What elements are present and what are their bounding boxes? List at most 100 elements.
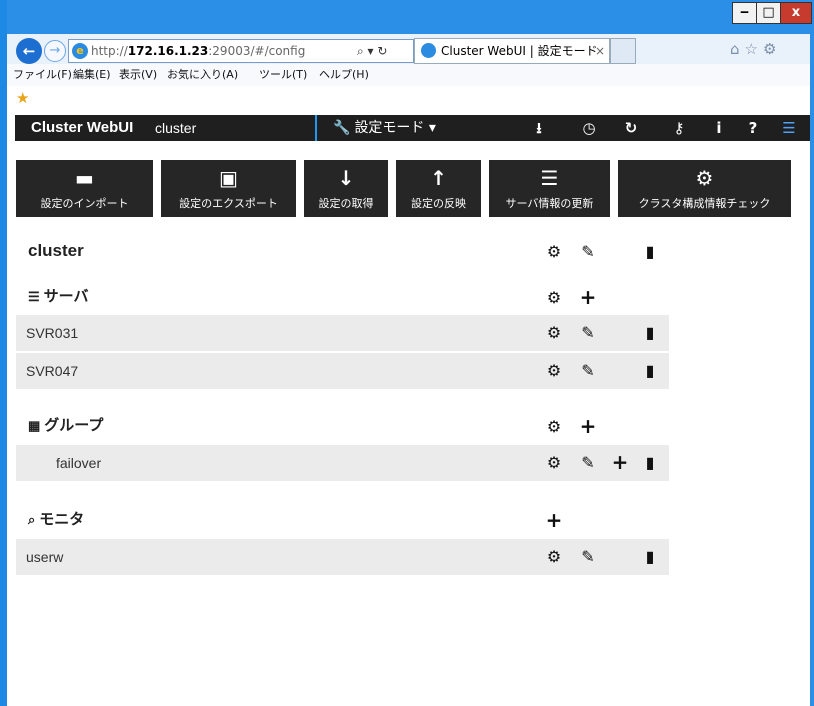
- folder-open-icon: ▬: [75, 166, 94, 190]
- home-favorites-settings-icons[interactable]: ⌂☆⚙: [730, 38, 781, 60]
- mode-dropdown[interactable]: 🔧 設定モード ▾: [333, 115, 436, 141]
- address-search-refresh-icons[interactable]: ⌕ ▾ ↻: [357, 40, 387, 62]
- save-icon: ▣: [219, 166, 238, 190]
- delete-icon[interactable]: ▮: [640, 453, 660, 473]
- edit-icon[interactable]: ✎: [578, 547, 598, 567]
- menu-edit[interactable]: 編集(E): [73, 64, 111, 86]
- server-row[interactable]: SVR031 ⚙ ✎ ▮: [16, 315, 669, 351]
- server-name: SVR047: [26, 363, 79, 379]
- button-label: 設定のエクスポート: [179, 197, 278, 210]
- browser-tab-active[interactable]: Cluster WebUI | 設定モード ×: [414, 38, 610, 64]
- minimize-button[interactable]: ‒: [732, 2, 757, 24]
- servers-section-title: ☰ サーバ: [28, 286, 89, 308]
- add-icon[interactable]: +: [578, 287, 598, 307]
- monitor-row[interactable]: userw ⚙ ✎ ▮: [16, 539, 669, 575]
- button-label: 設定のインポート: [40, 197, 129, 210]
- back-button[interactable]: ←: [16, 38, 42, 64]
- groups-label: グループ: [44, 417, 104, 434]
- menu-view[interactable]: 表示(V): [119, 64, 157, 86]
- arrow-down-icon: ↓: [337, 166, 355, 190]
- group-name: failover: [56, 455, 102, 471]
- ie-page-icon: e: [72, 43, 88, 59]
- update-server-info-button[interactable]: ☰ サーバ情報の更新: [489, 160, 610, 217]
- refresh-icon[interactable]: ↻: [619, 115, 643, 141]
- groups-grid-icon: ▦: [28, 418, 41, 433]
- monitors-section-title: ⌕ モニタ: [28, 509, 84, 531]
- properties-icon[interactable]: ⚙: [544, 288, 564, 308]
- app-header: Cluster WebUI cluster 🔧 設定モード ▾ ⭳ ◷ ↻ ⚷ i…: [15, 115, 810, 141]
- url-path: :29003/#/config: [208, 44, 306, 58]
- mode-separator: [315, 115, 317, 141]
- url-host: 172.16.1.23: [127, 44, 209, 58]
- delete-icon[interactable]: ▮: [640, 361, 660, 381]
- gear-check-icon: ⚙: [695, 166, 714, 190]
- server-list-icon: ☰: [28, 289, 40, 304]
- favorites-bar: [7, 86, 810, 114]
- delete-icon[interactable]: ▮: [640, 242, 660, 262]
- url-text[interactable]: http://172.16.1.23:29003/#/config: [91, 40, 305, 62]
- add-icon[interactable]: +: [544, 510, 564, 530]
- tab-close-icon[interactable]: ×: [595, 39, 605, 63]
- server-row[interactable]: SVR047 ⚙ ✎ ▮: [16, 353, 669, 389]
- header-cluster-name: cluster: [155, 120, 197, 136]
- properties-icon[interactable]: ⚙: [544, 417, 564, 437]
- get-config-button[interactable]: ↓ 設定の取得: [304, 160, 388, 217]
- monitor-name: userw: [26, 549, 64, 565]
- window-frame-right: [810, 0, 814, 706]
- menu-file[interactable]: ファイル(F): [13, 64, 72, 86]
- server-refresh-icon: ☰: [540, 166, 559, 190]
- forward-button[interactable]: →: [44, 40, 66, 62]
- edit-icon[interactable]: ✎: [578, 453, 598, 473]
- delete-icon[interactable]: ▮: [640, 547, 660, 567]
- check-cluster-config-button[interactable]: ⚙ クラスタ構成情報チェック: [618, 160, 791, 217]
- menu-help[interactable]: ヘルプ(H): [319, 64, 369, 86]
- favorites-star-icon[interactable]: ★: [16, 88, 29, 108]
- import-config-button[interactable]: ▬ 設定のインポート: [16, 160, 153, 217]
- list-view-icon[interactable]: ☰: [777, 115, 801, 141]
- add-icon[interactable]: +: [578, 416, 598, 436]
- edit-icon[interactable]: ✎: [578, 242, 598, 262]
- monitors-label: モニタ: [39, 511, 85, 528]
- window-frame-left: [0, 0, 7, 706]
- button-label: 設定の取得: [318, 197, 374, 210]
- url-prefix: http://: [91, 44, 128, 58]
- button-label: 設定の反映: [411, 197, 466, 210]
- arrow-up-icon: ↑: [430, 166, 447, 190]
- apply-config-button[interactable]: ↑ 設定の反映: [396, 160, 481, 217]
- edit-icon[interactable]: ✎: [578, 361, 598, 381]
- history-icon[interactable]: ◷: [577, 115, 601, 141]
- key-icon[interactable]: ⚷: [667, 115, 691, 141]
- close-window-button[interactable]: x: [780, 2, 812, 24]
- app-title: Cluster WebUI: [31, 119, 134, 136]
- button-label: クラスタ構成情報チェック: [638, 197, 771, 210]
- help-icon[interactable]: ?: [741, 115, 765, 141]
- properties-icon[interactable]: ⚙: [544, 323, 564, 343]
- menu-bar: ファイル(F) 編集(E) 表示(V) お気に入り(A) ツール(T) ヘルプ(…: [7, 64, 810, 86]
- new-tab-button[interactable]: [610, 38, 636, 64]
- delete-icon[interactable]: ▮: [640, 323, 660, 343]
- servers-label: サーバ: [43, 288, 89, 305]
- window-titlebar: [0, 0, 814, 34]
- search-icon: ⌕: [28, 512, 36, 527]
- tab-favicon-icon: [421, 43, 436, 58]
- button-label: サーバ情報の更新: [505, 197, 594, 210]
- properties-icon[interactable]: ⚙: [544, 547, 564, 567]
- download-icon[interactable]: ⭳: [527, 115, 551, 141]
- properties-icon[interactable]: ⚙: [544, 242, 564, 262]
- address-bar[interactable]: e http://172.16.1.23:29003/#/config ⌕ ▾ …: [68, 39, 414, 63]
- menu-favorites[interactable]: お気に入り(A): [167, 64, 238, 86]
- add-resource-icon[interactable]: +: [610, 452, 630, 472]
- tab-title: Cluster WebUI | 設定モード: [441, 44, 598, 58]
- groups-section-title: ▦ グループ: [28, 415, 103, 437]
- mode-label: 設定モード ▾: [354, 120, 436, 136]
- group-row[interactable]: failover ⚙ ✎ + ▮: [16, 445, 669, 481]
- wrench-icon: 🔧: [333, 120, 351, 136]
- cluster-title: cluster: [28, 241, 84, 260]
- export-config-button[interactable]: ▣ 設定のエクスポート: [161, 160, 296, 217]
- maximize-button[interactable]: □: [756, 2, 781, 24]
- info-icon[interactable]: i: [707, 115, 731, 141]
- properties-icon[interactable]: ⚙: [544, 361, 564, 381]
- edit-icon[interactable]: ✎: [578, 323, 598, 343]
- properties-icon[interactable]: ⚙: [544, 453, 564, 473]
- menu-tools[interactable]: ツール(T): [259, 64, 307, 86]
